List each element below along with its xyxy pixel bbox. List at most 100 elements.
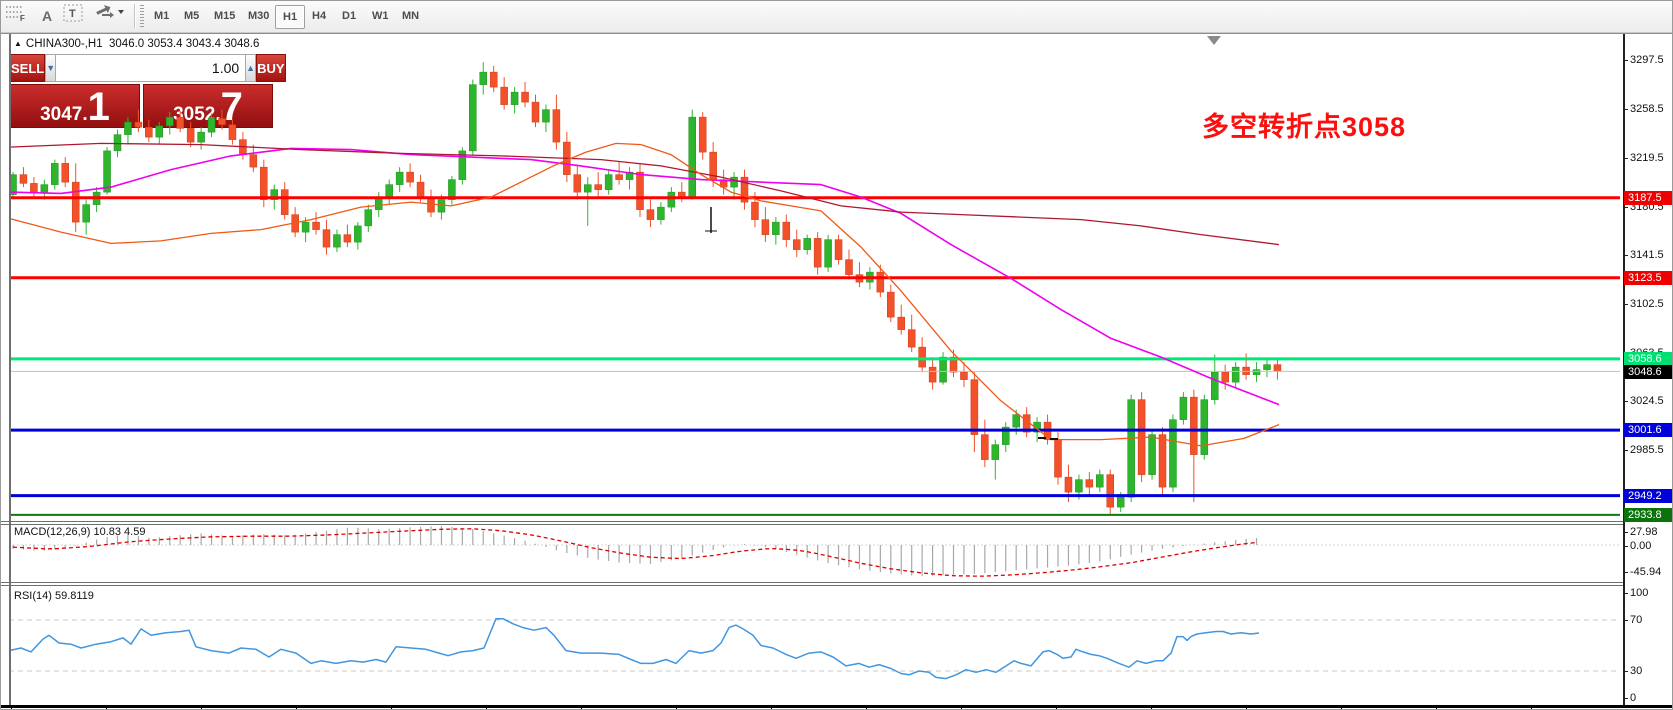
candle-body xyxy=(793,240,800,250)
indicator-scale-label: 100 xyxy=(1630,587,1648,599)
candle-body xyxy=(1222,372,1229,382)
candle-body xyxy=(166,117,173,126)
candle-body xyxy=(20,175,27,184)
axis-tick-mark xyxy=(1623,304,1628,305)
candle-body xyxy=(940,357,947,382)
candle-body xyxy=(1107,475,1114,508)
candle-body xyxy=(992,445,999,460)
candle-body xyxy=(637,172,644,210)
axis-tick-mark xyxy=(1623,698,1628,699)
candle-body xyxy=(532,102,539,122)
plot-left-border xyxy=(9,34,11,707)
candle-body xyxy=(1013,415,1020,428)
candle-body xyxy=(344,235,351,243)
axis-tick-mark xyxy=(1623,207,1628,208)
candle-body xyxy=(354,226,361,242)
candle-body xyxy=(574,175,581,193)
candle-body xyxy=(751,202,758,220)
candle-body xyxy=(480,72,487,85)
chart-shift-marker xyxy=(1207,36,1221,45)
panel-separator[interactable] xyxy=(1,585,1623,586)
candle-body xyxy=(1075,480,1082,493)
candle-body xyxy=(1274,365,1281,372)
candle-body xyxy=(762,220,769,235)
candle-body xyxy=(1190,397,1197,455)
candle-body xyxy=(877,272,884,292)
axis-tick-mark xyxy=(1623,450,1628,451)
candle-body xyxy=(804,238,811,249)
candle-body xyxy=(229,125,236,140)
candle-body xyxy=(772,222,779,235)
candle-body xyxy=(490,72,497,87)
candle-body xyxy=(846,260,853,275)
price-level-badge: 2949.2 xyxy=(1624,489,1673,503)
candle-body xyxy=(1253,370,1260,375)
candle-body xyxy=(365,210,372,226)
candle-body xyxy=(323,230,330,248)
candle-body xyxy=(1180,397,1187,420)
price-level-badge: 3187.5 xyxy=(1624,191,1673,205)
candle-body xyxy=(501,87,508,105)
price-level-badge: 3001.6 xyxy=(1624,423,1673,437)
candle-body xyxy=(302,222,309,232)
time-axis-border xyxy=(1,705,1673,708)
candle-body xyxy=(783,222,790,240)
candle-body xyxy=(511,92,518,105)
chart-annotation-text: 多空转折点3058 xyxy=(1202,105,1406,144)
price-chart-canvas[interactable] xyxy=(1,1,1673,710)
candle-body xyxy=(981,435,988,460)
candle-body xyxy=(83,205,90,223)
candle-body xyxy=(553,110,560,143)
price-tick-label: 3024.5 xyxy=(1630,395,1664,407)
candle-body xyxy=(135,122,142,127)
candle-body xyxy=(417,182,424,197)
candle-body xyxy=(1211,372,1218,400)
panel-separator[interactable] xyxy=(1,582,1623,583)
candle-body xyxy=(960,372,967,380)
axis-tick-mark xyxy=(1623,532,1628,533)
axis-tick-mark xyxy=(1623,593,1628,594)
candle-body xyxy=(187,128,194,142)
candle-body xyxy=(929,367,936,382)
candle-body xyxy=(281,190,288,215)
price-tick-label: 3258.5 xyxy=(1630,103,1664,115)
candle-body xyxy=(469,85,476,151)
candle-body xyxy=(919,347,926,367)
candle-body xyxy=(386,185,393,198)
candle-body xyxy=(114,135,121,151)
candle-body xyxy=(605,175,612,190)
candle-body xyxy=(156,126,163,137)
panel-separator[interactable] xyxy=(1,521,1623,522)
indicator-scale-label: 70 xyxy=(1630,614,1642,626)
panel-separator[interactable] xyxy=(1,524,1623,525)
candle-body xyxy=(1264,365,1271,370)
rsi-label: RSI(14) 59.8119 xyxy=(14,590,94,602)
candle-body xyxy=(145,127,152,137)
axis-tick-mark xyxy=(1623,546,1628,547)
axis-tick-mark xyxy=(1623,572,1628,573)
price-tick-label: 3102.5 xyxy=(1630,298,1664,310)
macd-signal-line xyxy=(13,529,1257,576)
candle-body xyxy=(595,185,602,190)
price-tick-label: 3219.5 xyxy=(1630,152,1664,164)
indicator-scale-label: 0.00 xyxy=(1630,540,1651,552)
candle-body xyxy=(208,118,215,132)
candle-body xyxy=(124,122,131,135)
indicator-scale-label: -45.94 xyxy=(1630,566,1661,578)
axis-tick-mark xyxy=(1623,401,1628,402)
candle-body xyxy=(542,110,549,123)
candle-body xyxy=(1065,477,1072,492)
candle-body xyxy=(584,185,591,193)
axis-tick-mark xyxy=(1623,109,1628,110)
ma-darkred-line xyxy=(9,143,1279,244)
axis-tick-mark xyxy=(1623,671,1628,672)
candle-body xyxy=(260,167,267,200)
candle-body xyxy=(699,117,706,152)
axis-tick-mark xyxy=(1623,255,1628,256)
candle-body xyxy=(333,235,340,248)
candle-body xyxy=(814,238,821,267)
candle-body xyxy=(62,163,69,182)
price-tick-label: 2985.5 xyxy=(1630,444,1664,456)
trading-terminal-window: F A T M1M5M15M30H1H4D1W1MN ▲CHINA300-,H1… xyxy=(0,0,1673,710)
rsi-line xyxy=(9,619,1259,679)
